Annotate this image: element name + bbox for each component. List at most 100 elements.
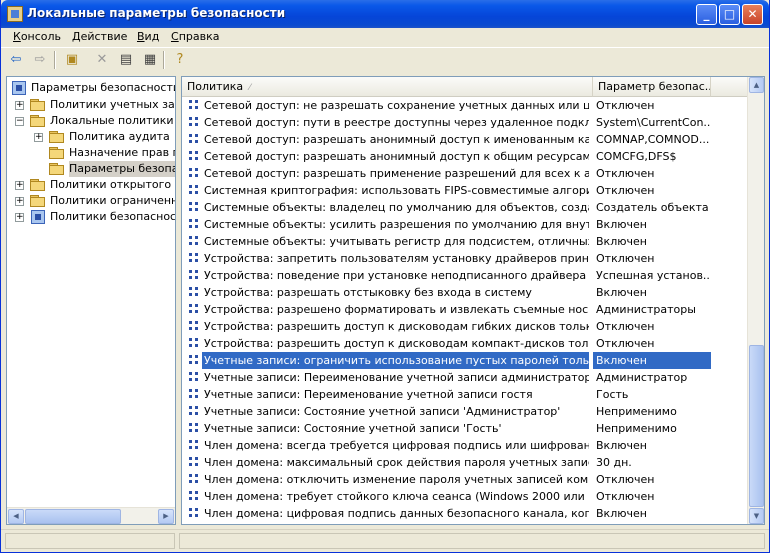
- table-row[interactable]: Сетевой доступ: разрешать анонимный дост…: [182, 148, 748, 165]
- policy-value: Отключен: [596, 99, 655, 112]
- policy-setting-icon: [187, 251, 201, 265]
- column-header-policy[interactable]: Политика ⁄: [182, 77, 593, 97]
- policy-value: Включен: [596, 507, 647, 520]
- console-tree[interactable]: Параметры безопасности + Политики учетны…: [6, 76, 176, 525]
- table-row[interactable]: Устройства: поведение при установке непо…: [182, 267, 748, 284]
- folder-icon: [49, 131, 65, 144]
- column-header-setting[interactable]: Параметр безопас...: [593, 77, 711, 97]
- table-row[interactable]: Системные объекты: владелец по умолчанию…: [182, 199, 748, 216]
- policy-setting-icon: [187, 217, 201, 231]
- scroll-thumb[interactable]: [25, 509, 121, 524]
- maximize-button[interactable]: □: [719, 4, 740, 25]
- folder-icon: [30, 99, 46, 112]
- menu-help[interactable]: Справка: [171, 30, 219, 43]
- policy-value: Включен: [596, 218, 647, 231]
- app-icon: [7, 6, 23, 22]
- table-row[interactable]: Сетевой доступ: пути в реестре доступны …: [182, 114, 748, 131]
- up-folder-icon[interactable]: ▣: [63, 51, 81, 69]
- expand-icon[interactable]: +: [15, 101, 24, 110]
- forward-icon[interactable]: ⇨: [31, 51, 49, 69]
- policy-value: Отключен: [596, 252, 655, 265]
- policy-name: Устройства: разрешить доступ к дисковода…: [204, 337, 589, 350]
- window-title: Локальные параметры безопасности: [27, 6, 286, 20]
- policy-value: 30 дн.: [596, 456, 632, 469]
- folder-icon: [49, 147, 65, 160]
- table-row[interactable]: Член домена: требует стойкого ключа сеан…: [182, 488, 748, 505]
- delete-icon[interactable]: ✕: [93, 51, 111, 69]
- policy-name: Учетные записи: Состояние учетной записи…: [204, 405, 561, 418]
- table-row[interactable]: Системные объекты: учитывать регистр для…: [182, 233, 748, 250]
- vertical-scrollbar[interactable]: ▲ ▼: [747, 77, 764, 524]
- properties-icon[interactable]: ▤: [117, 51, 135, 69]
- table-row[interactable]: Учетные записи: Переименование учетной з…: [182, 369, 748, 386]
- policy-setting-icon: [187, 302, 201, 316]
- policy-name: Системные объекты: владелец по умолчанию…: [204, 201, 589, 214]
- table-row[interactable]: Устройства: разрешено форматировать и из…: [182, 301, 748, 318]
- table-row[interactable]: Член домена: цифровая подпись данных без…: [182, 505, 748, 522]
- policy-setting-icon: [187, 132, 201, 146]
- close-button[interactable]: ✕: [742, 4, 763, 25]
- policy-name: Сетевой доступ: не разрешать сохранение …: [204, 99, 589, 112]
- export-list-icon[interactable]: ▦: [141, 51, 159, 69]
- policy-value: Создатель объекта: [596, 201, 709, 214]
- table-row[interactable]: Системная криптография: использовать FIP…: [182, 182, 748, 199]
- table-row[interactable]: Сетевой доступ: разрешать анонимный дост…: [182, 131, 748, 148]
- policy-setting-icon: [187, 234, 201, 248]
- table-row[interactable]: Учетные записи: Состояние учетной записи…: [182, 403, 748, 420]
- expand-icon[interactable]: +: [34, 133, 43, 142]
- menu-console[interactable]: Консоль: [13, 30, 61, 43]
- back-icon[interactable]: ⇦: [7, 51, 25, 69]
- scroll-right-button[interactable]: ▶: [158, 509, 174, 524]
- policy-name: Член домена: требует стойкого ключа сеан…: [204, 490, 589, 503]
- policy-name: Член домена: всегда требуется цифровая п…: [204, 439, 589, 452]
- table-row[interactable]: Член домена: максимальный срок действия …: [182, 454, 748, 471]
- policy-list[interactable]: Политика ⁄ Параметр безопас... Сетевой до…: [181, 76, 765, 525]
- tree-horizontal-scrollbar[interactable]: ◀ ▶: [7, 507, 175, 524]
- table-row[interactable]: Член домена: всегда требуется цифровая п…: [182, 437, 748, 454]
- table-row[interactable]: Учетные записи: Переименование учетной з…: [182, 386, 748, 403]
- policy-value: Неприменимо: [596, 422, 677, 435]
- policy-setting-icon: [187, 387, 201, 401]
- table-row[interactable]: Учетные записи: Состояние учетной записи…: [182, 420, 748, 437]
- table-row[interactable]: Устройства: разрешать отстыковку без вхо…: [182, 284, 748, 301]
- expand-icon[interactable]: +: [15, 197, 24, 206]
- scroll-thumb[interactable]: [749, 345, 764, 507]
- table-row[interactable]: Член домена: отключить изменение пароля …: [182, 471, 748, 488]
- policy-name: Учетные записи: Переименование учетной з…: [204, 388, 533, 401]
- scroll-up-button[interactable]: ▲: [749, 77, 764, 93]
- policy-setting-icon: [187, 115, 201, 129]
- policy-name: Учетные записи: Состояние учетной записи…: [204, 422, 502, 435]
- title-bar[interactable]: Локальные параметры безопасности _ □ ✕: [1, 0, 769, 28]
- table-row[interactable]: Устройства: разрешить доступ к дисковода…: [182, 335, 748, 352]
- policy-setting-icon: [187, 183, 201, 197]
- sort-icon: ⁄: [249, 83, 251, 93]
- table-row[interactable]: Сетевой доступ: разрешать применение раз…: [182, 165, 748, 182]
- table-row[interactable]: Устройства: разрешить доступ к дисковода…: [182, 318, 748, 335]
- status-bar: [1, 529, 769, 552]
- table-row[interactable]: Сетевой доступ: не разрешать сохранение …: [182, 97, 748, 114]
- policy-name: Сетевой доступ: разрешать применение раз…: [204, 167, 589, 180]
- table-row[interactable]: Устройства: запретить пользователям уста…: [182, 250, 748, 267]
- toolbar: ⇦ ⇨ ▣ ✕ ▤ ▦ ?: [1, 47, 769, 72]
- expand-icon[interactable]: +: [15, 181, 24, 190]
- menu-action[interactable]: Действие: [72, 30, 127, 43]
- status-pane: [5, 533, 175, 549]
- menu-view[interactable]: Вид: [137, 30, 159, 43]
- policy-name: Устройства: разрешено форматировать и из…: [204, 303, 589, 316]
- minimize-button[interactable]: _: [696, 4, 717, 25]
- policy-name: Устройства: запретить пользователям уста…: [204, 252, 589, 265]
- table-row[interactable]: Учетные записи: ограничить использование…: [182, 352, 748, 369]
- help-icon[interactable]: ?: [171, 51, 189, 69]
- table-row[interactable]: Системные объекты: усилить разрешения по…: [182, 216, 748, 233]
- expand-icon[interactable]: +: [15, 213, 24, 222]
- folder-open-icon: [49, 163, 65, 176]
- collapse-icon[interactable]: −: [15, 117, 24, 126]
- policy-setting-icon: [187, 166, 201, 180]
- scroll-left-button[interactable]: ◀: [8, 509, 24, 524]
- policy-value: Администратор: [596, 371, 688, 384]
- policy-setting-icon: [187, 404, 201, 418]
- scroll-down-button[interactable]: ▼: [749, 508, 764, 524]
- policy-value: Включен: [596, 235, 647, 248]
- menu-bar: Консоль Действие Вид Справка: [1, 28, 769, 47]
- policy-setting-icon: [187, 353, 201, 367]
